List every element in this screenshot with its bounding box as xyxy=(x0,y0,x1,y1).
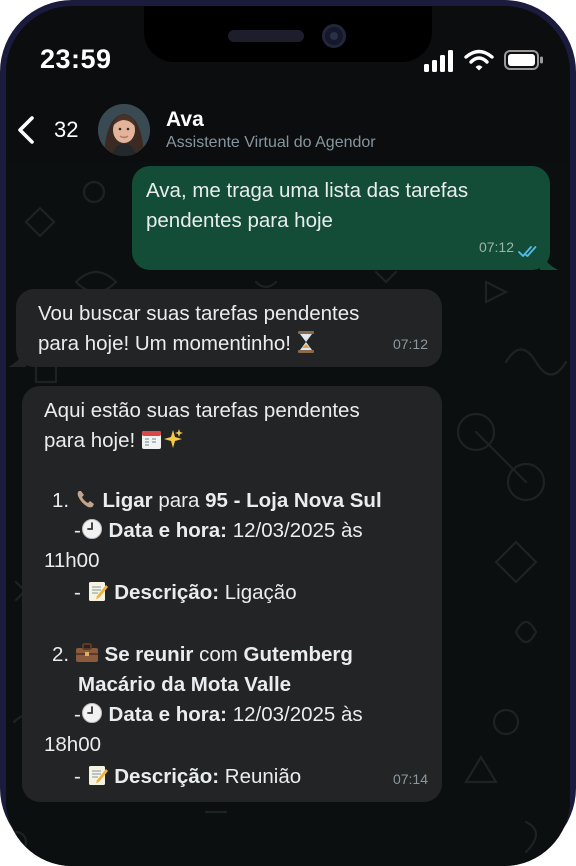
dash: - xyxy=(74,519,81,542)
date-value: 12/03/2025 às xyxy=(232,703,363,726)
desc-value: Ligação xyxy=(224,581,297,604)
task-action: Ligar xyxy=(102,489,153,512)
chevron-left-icon xyxy=(18,116,34,144)
intro-line: Aqui estão suas tarefas pendentes xyxy=(44,399,360,422)
telephone-icon xyxy=(77,491,94,508)
message-time: 07:14 xyxy=(392,771,428,787)
clock-icon xyxy=(81,519,102,539)
message-time: 07:12 xyxy=(392,336,428,352)
task-target: 95 - Loja Nova Sul xyxy=(205,489,382,512)
message-text-line-with-emoji: para hoje! Um momentinho! xyxy=(38,329,424,359)
date-label: Data e hora: xyxy=(108,703,228,726)
task-desc-line: - Descrição: Ligação xyxy=(74,578,297,608)
task-list-message[interactable]: Aqui estão suas tarefas pendentes para h… xyxy=(22,386,442,802)
phone-frame: 23:59 32 Ava Assistente Virtual do Agend… xyxy=(0,0,576,866)
dash: - xyxy=(74,703,81,726)
task-action: Se reunir xyxy=(104,643,194,666)
task-date-line: - Data e hora: 12/03/2025 às xyxy=(74,516,363,546)
contact-subtitle[interactable]: Assistente Virtual do Agendor xyxy=(166,134,376,152)
bubble-tail xyxy=(8,349,26,367)
task-target-line2: Macário da Mota Valle xyxy=(78,673,292,696)
hourglass-icon xyxy=(297,331,314,353)
chat-header: 32 Ava Assistente Virtual do Agendor xyxy=(6,94,570,162)
task-number: 1. xyxy=(52,489,70,512)
unread-count: 32 xyxy=(54,117,79,142)
outgoing-message[interactable]: Ava, me traga uma lista das tarefas pend… xyxy=(132,166,558,270)
contact-avatar[interactable] xyxy=(98,104,150,156)
dash: - xyxy=(74,581,81,604)
memo-icon xyxy=(88,766,108,785)
message-text-line: Ava, me traga uma lista das tarefas xyxy=(146,179,469,202)
clock-icon xyxy=(81,703,102,723)
date-value: 12/03/2025 às xyxy=(232,519,363,542)
contact-name[interactable]: Ava xyxy=(166,108,204,132)
memo-icon xyxy=(88,582,108,601)
date-value-continued: 11h00 xyxy=(44,549,100,572)
phone-screen: 23:59 32 Ava Assistente Virtual do Agend… xyxy=(6,6,570,866)
incoming-message[interactable]: Vou buscar suas tarefas pendentes para h… xyxy=(8,289,442,367)
signal-icon xyxy=(424,50,453,72)
task-number: 2. xyxy=(52,643,70,666)
read-receipt-icon xyxy=(518,246,537,257)
sparkles-icon xyxy=(163,429,183,448)
earpiece-speaker xyxy=(228,30,304,42)
task-item: 1. Ligar para 95 - Loja Nova Sul xyxy=(52,486,382,516)
dash: - xyxy=(74,765,81,788)
task-target: Gutemberg xyxy=(243,643,353,666)
intro-line: para hoje! xyxy=(44,426,183,456)
battery-icon xyxy=(504,50,543,70)
message-text-line: pendentes para hoje xyxy=(146,209,333,232)
task-item: 2. Se reunir com Gutemberg xyxy=(52,640,353,670)
avatar-portrait xyxy=(98,104,150,156)
message-time: 07:12 xyxy=(478,239,514,255)
message-text-line: Vou buscar suas tarefas pendentes xyxy=(38,302,360,325)
briefcase-icon xyxy=(75,643,98,662)
bubble-tail xyxy=(540,252,558,270)
desc-label: Descrição: xyxy=(114,581,220,604)
intro-text: para hoje! xyxy=(44,429,136,452)
desc-label: Descrição: xyxy=(114,765,220,788)
task-connector: com xyxy=(199,643,238,666)
task-date-line: - Data e hora: 12/03/2025 às xyxy=(74,700,363,730)
status-time: 23:59 xyxy=(40,44,112,74)
desc-value: Reunião xyxy=(224,765,302,788)
task-desc-line: - Descrição: Reunião xyxy=(74,762,301,792)
back-button[interactable]: 32 xyxy=(14,110,78,150)
task-connector: para xyxy=(158,489,200,512)
wifi-icon xyxy=(464,49,494,71)
date-value-continued: 18h00 xyxy=(44,733,102,756)
task-target-continued: Macário da Mota Valle xyxy=(78,670,291,700)
front-camera-icon xyxy=(322,24,346,48)
date-label: Data e hora: xyxy=(108,519,228,542)
message-text: para hoje! Um momentinho! xyxy=(38,332,291,355)
notch xyxy=(144,6,432,62)
calendar-icon xyxy=(141,431,161,449)
